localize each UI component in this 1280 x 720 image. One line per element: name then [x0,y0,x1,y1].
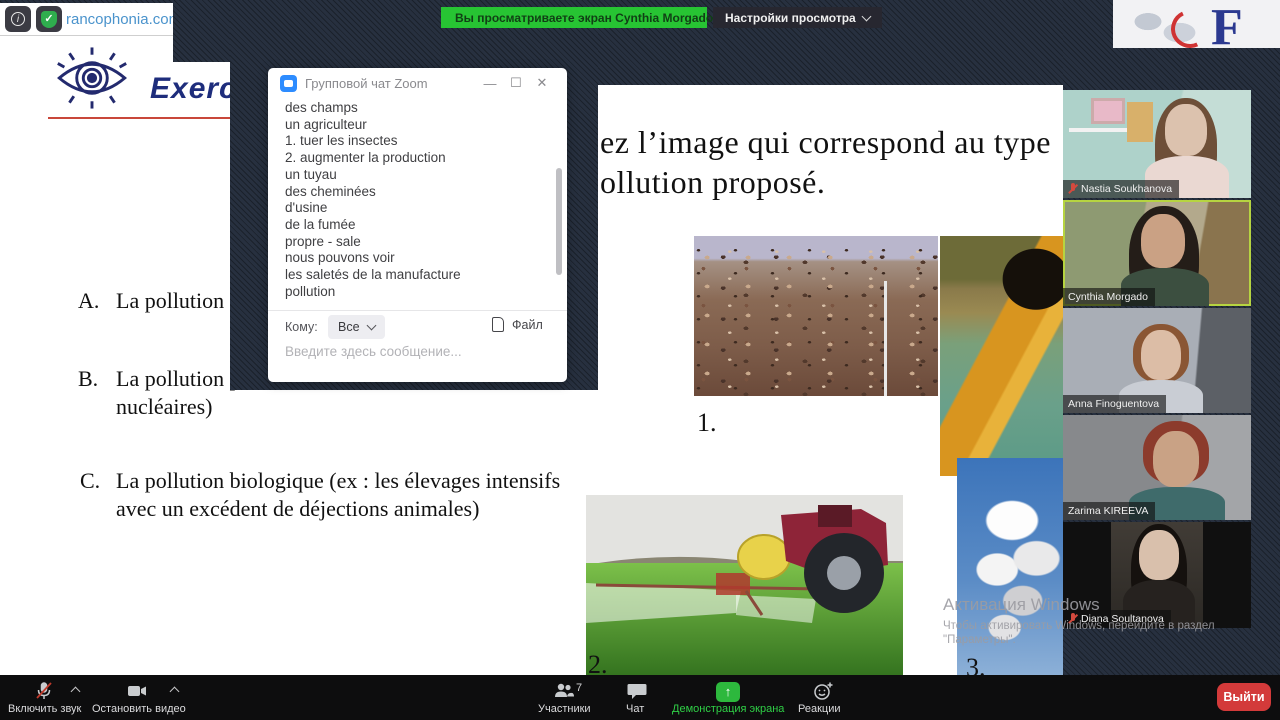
smoke-clouds-image [957,458,1063,681]
chevron-down-icon [366,321,376,331]
chat-message: un agriculteur [285,117,540,134]
unmute-button[interactable]: Включить звук [8,703,81,715]
browser-url[interactable]: rancophonia.com [66,11,173,28]
close-icon[interactable]: ✕ [529,75,555,91]
group-chat-window: Групповой чат Zoom — ☐ ✕ des champs un a… [268,68,567,382]
avatar [1153,431,1199,487]
file-icon [492,317,504,332]
chat-message: nous pouvons voir [285,250,540,267]
tractor-spraying-image [586,495,903,683]
avatar [1141,330,1181,380]
reactions-icon[interactable] [812,681,834,701]
avatar [1139,530,1179,580]
avatar [1141,214,1185,268]
option-c-line2: avec un excédent de déjections animales) [116,496,479,522]
slide-title-line2: ollution proposé. [600,164,825,201]
chat-message: des champs [285,100,540,117]
video-tile-nastia[interactable]: Nastia Soukhanova [1063,90,1251,198]
viewing-screen-banner: Вы просматриваете экран Cynthia Morgado [441,7,707,28]
zoom-meeting-window: Exerc ez l’image qui correspond au type … [0,0,1280,720]
video-tile-anna[interactable]: Anna Finoguentova [1063,308,1251,413]
chat-message: un tuyau [285,167,540,184]
chat-message-list[interactable]: des champs un agriculteur 1. tuer les in… [285,100,540,300]
chat-message: les saletés de la manufacture [285,267,540,284]
chevron-down-icon [861,11,871,21]
option-a: A.La pollution ch [78,288,250,314]
eye-logo-icon [52,42,132,114]
participant-name: Anna Finoguentova [1063,395,1166,413]
meeting-toolbar: Включить звук Остановить видео 7 Участни… [0,675,1280,720]
mic-muted-icon [1068,183,1077,195]
polluted-water-pipe-image [940,236,1063,476]
viewing-screen-text: Вы просматриваете экран Cynthia Morgado [455,11,713,25]
camera-icon[interactable] [126,681,148,701]
share-screen-icon[interactable]: ↑ [716,682,740,702]
video-tile-zarima[interactable]: Zarima KIREEVA [1063,415,1251,520]
participant-name: Nastia Soukhanova [1063,180,1179,198]
video-tile-cynthia-active[interactable]: Cynthia Morgado [1063,200,1251,306]
zoom-chat-icon [280,75,297,92]
share-screen-button[interactable]: Демонстрация экрана [672,703,784,715]
minimize-icon[interactable]: — [477,76,503,91]
video-options-chevron[interactable] [170,687,180,697]
chat-header[interactable]: Групповой чат Zoom — ☐ ✕ [268,68,567,98]
chat-message: d'usine [285,200,540,217]
option-b-line2: nucléaires) [116,394,213,420]
maximize-icon[interactable]: ☐ [503,75,529,91]
mic-options-chevron[interactable] [71,687,81,697]
chat-message: propre - sale [285,234,540,251]
send-to-label: Кому: [285,320,318,334]
participant-name: Zarima KIREEVA [1063,502,1155,520]
image-label-1: 1. [697,408,717,438]
chat-message: 2. augmenter la production [285,150,540,167]
participant-name: Cynthia Morgado [1063,288,1155,306]
chat-bubble-icon[interactable] [627,681,647,701]
cattle-feedlot-image [694,236,938,396]
shield-icon[interactable]: ✓ [36,6,62,32]
recipient-dropdown[interactable]: Все [328,315,385,339]
chat-button[interactable]: Чат [626,703,644,715]
chat-scrollbar[interactable] [556,168,562,275]
option-c: C.La pollution biologique (ex : les élev… [80,468,560,494]
title-underline [48,117,230,119]
participants-button[interactable]: Участники [538,703,591,715]
chat-message: de la fumée [285,217,540,234]
option-b: B.La pollution ph [78,366,252,392]
chat-message: 1. tuer les insectes [285,133,540,150]
attach-file-button[interactable]: Файл [492,317,543,332]
windows-activation-watermark: Активация Windows Чтобы активировать Win… [943,595,1243,646]
participants-count: 7 [576,682,582,694]
chat-title: Групповой чат Zoom [305,76,477,91]
participants-icon[interactable] [553,681,575,701]
chat-message-input[interactable]: Введите здесь сообщение... [285,344,462,359]
leave-button[interactable]: Выйти [1217,683,1271,711]
info-icon[interactable]: i [5,6,31,32]
view-settings-button[interactable]: Настройки просмотра [713,7,882,28]
chat-message: pollution [285,284,540,301]
reactions-button[interactable]: Реакции [798,703,841,715]
exercise-title: Exerc [150,72,237,106]
browser-titlebar: i ✓ rancophonia.com [0,3,173,36]
mic-muted-icon[interactable] [34,681,54,701]
stop-video-button[interactable]: Остановить видео [92,703,186,715]
chat-message: des cheminées [285,184,540,201]
francophonia-logo: F [1113,0,1280,48]
slide-title-line1: ez l’image qui correspond au type [600,124,1051,161]
avatar [1165,104,1207,156]
